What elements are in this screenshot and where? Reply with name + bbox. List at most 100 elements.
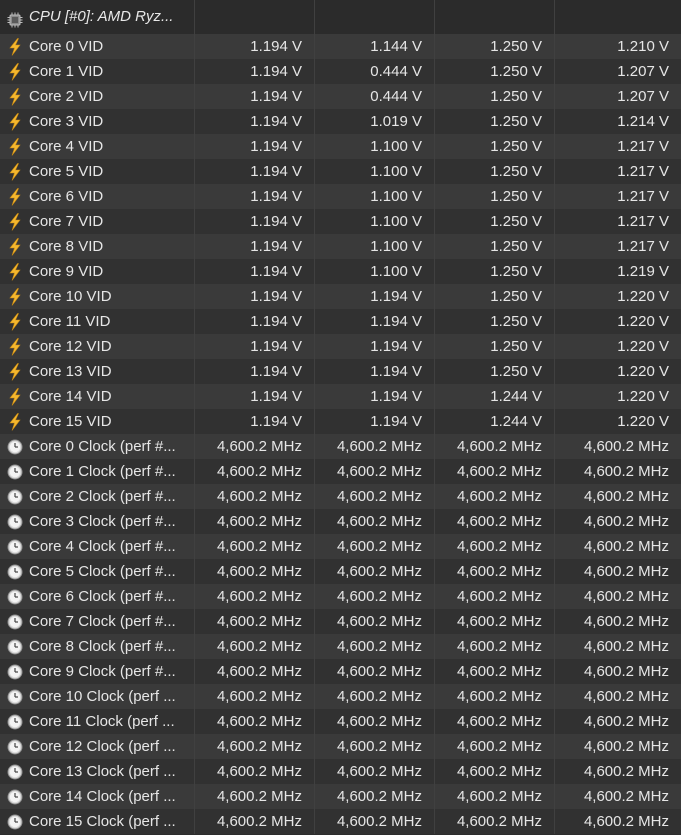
sensor-name-cell[interactable]: Core 5 Clock (perf #... — [0, 559, 195, 584]
current-value-cell: 1.194 V — [195, 384, 315, 409]
sensor-name-cell[interactable]: Core 7 Clock (perf #... — [0, 609, 195, 634]
sensor-label: Core 11 VID — [29, 313, 111, 330]
sensor-row[interactable]: Core 9 VID 1.194 V 1.100 V 1.250 V 1.219 V — [0, 259, 681, 284]
maximum-value-cell: 4,600.2 MHz — [435, 484, 555, 509]
sensor-row[interactable]: Core 1 Clock (perf #... 4,600.2 MHz 4,600.… — [0, 459, 681, 484]
average-value-cell: 4,600.2 MHz — [583, 688, 669, 705]
sensor-row[interactable]: Core 4 Clock (perf #... 4,600.2 MHz 4,600.… — [0, 534, 681, 559]
sensor-name-cell[interactable]: Core 10 Clock (perf ... — [0, 684, 195, 709]
sensor-name-cell[interactable]: Core 11 Clock (perf ... — [0, 709, 195, 734]
sensor-name-cell[interactable]: Core 11 VID — [0, 309, 195, 334]
minimum-value-cell: 1.100 V — [315, 184, 435, 209]
sensor-row[interactable]: Core 8 VID 1.194 V 1.100 V 1.250 V 1.217 V — [0, 234, 681, 259]
sensor-name-cell[interactable]: Core 6 Clock (perf #... — [0, 584, 195, 609]
clock-icon — [7, 513, 23, 531]
sensor-name-cell[interactable]: Core 9 VID — [0, 259, 195, 284]
sensor-row[interactable]: Core 0 Clock (perf #... 4,600.2 MHz 4,600.… — [0, 434, 681, 459]
sensor-name-cell[interactable]: Core 1 VID — [0, 59, 195, 84]
average-value-cell: 1.214 V — [617, 113, 669, 130]
sensor-row[interactable]: Core 15 Clock (perf ... 4,600.2 MHz 4,600.… — [0, 809, 681, 834]
sensor-row[interactable]: Core 15 VID 1.194 V 1.194 V 1.244 V 1.220 V — [0, 409, 681, 434]
sensor-row[interactable]: Core 14 Clock (perf ... 4,600.2 MHz 4,600.… — [0, 784, 681, 809]
sensor-name-cell[interactable]: Core 13 Clock (perf ... — [0, 759, 195, 784]
sensor-name-cell[interactable]: Core 3 Clock (perf #... — [0, 509, 195, 534]
current-value-cell: 1.194 V — [195, 309, 315, 334]
sensor-name-cell[interactable]: Core 1 Clock (perf #... — [0, 459, 195, 484]
sensor-row[interactable]: Core 7 Clock (perf #... 4,600.2 MHz 4,600.… — [0, 609, 681, 634]
sensor-name-cell[interactable]: Core 2 VID — [0, 84, 195, 109]
minimum-value-cell: 4,600.2 MHz — [315, 609, 435, 634]
average-value-cell: 1.217 V — [617, 213, 669, 230]
sensor-name-cell[interactable]: Core 7 VID — [0, 209, 195, 234]
sensor-row[interactable]: Core 3 Clock (perf #... 4,600.2 MHz 4,600.… — [0, 509, 681, 534]
maximum-value-cell: 4,600.2 MHz — [435, 759, 555, 784]
sensor-name-cell[interactable]: Core 0 Clock (perf #... — [0, 434, 195, 459]
sensor-row[interactable]: Core 0 VID 1.194 V 1.144 V 1.250 V 1.210 V — [0, 34, 681, 59]
sensor-name-cell[interactable]: Core 14 VID — [0, 384, 195, 409]
sensor-name-cell[interactable]: Core 8 Clock (perf #... — [0, 634, 195, 659]
sensor-label: Core 9 VID — [29, 263, 104, 280]
lightning-bolt-icon — [7, 187, 23, 206]
minimum-value-cell: 4,600.2 MHz — [315, 509, 435, 534]
sensor-name-cell[interactable]: Core 15 Clock (perf ... — [0, 809, 195, 834]
sensor-row[interactable]: Core 2 VID 1.194 V 0.444 V 1.250 V 1.207 V — [0, 84, 681, 109]
sensor-name-cell[interactable]: Core 3 VID — [0, 109, 195, 134]
sensor-name-cell[interactable]: Core 12 VID — [0, 334, 195, 359]
current-value-cell: 1.194 V — [195, 184, 315, 209]
sensor-row[interactable]: Core 6 VID 1.194 V 1.100 V 1.250 V 1.217 V — [0, 184, 681, 209]
sensor-row[interactable]: Core 11 Clock (perf ... 4,600.2 MHz 4,600.… — [0, 709, 681, 734]
sensor-row[interactable]: Core 5 VID 1.194 V 1.100 V 1.250 V 1.217 V — [0, 159, 681, 184]
sensor-row[interactable]: Core 10 VID 1.194 V 1.194 V 1.250 V 1.220 V — [0, 284, 681, 309]
maximum-value-cell: 4,600.2 MHz — [435, 609, 555, 634]
sensor-row[interactable]: Core 10 Clock (perf ... 4,600.2 MHz 4,600.… — [0, 684, 681, 709]
sensor-name-cell[interactable]: Core 8 VID — [0, 234, 195, 259]
group-name-cell[interactable]: CPU [#0]: AMD Ryz... — [0, 0, 195, 34]
sensor-label: Core 6 VID — [29, 188, 104, 205]
sensor-name-cell[interactable]: Core 12 Clock (perf ... — [0, 734, 195, 759]
sensor-row[interactable]: Core 6 Clock (perf #... 4,600.2 MHz 4,600.… — [0, 584, 681, 609]
sensor-row[interactable]: Core 2 Clock (perf #... 4,600.2 MHz 4,600.… — [0, 484, 681, 509]
sensor-row[interactable]: Core 12 Clock (perf ... 4,600.2 MHz 4,600.… — [0, 734, 681, 759]
current-value-cell: 4,600.2 MHz — [195, 759, 315, 784]
sensor-row[interactable]: Core 11 VID 1.194 V 1.194 V 1.250 V 1.220 V — [0, 309, 681, 334]
sensor-name-cell[interactable]: Core 9 Clock (perf #... — [0, 659, 195, 684]
sensor-row[interactable]: Core 5 Clock (perf #... 4,600.2 MHz 4,600.… — [0, 559, 681, 584]
sensor-label: Core 13 VID — [29, 363, 112, 380]
sensor-row[interactable]: Core 14 VID 1.194 V 1.194 V 1.244 V 1.220 V — [0, 384, 681, 409]
sensor-row[interactable]: Core 7 VID 1.194 V 1.100 V 1.250 V 1.217 V — [0, 209, 681, 234]
group-header-row[interactable]: CPU [#0]: AMD Ryz... — [0, 0, 681, 34]
sensor-name-cell[interactable]: Core 10 VID — [0, 284, 195, 309]
average-value-cell: 4,600.2 MHz — [583, 588, 669, 605]
current-value-cell: 4,600.2 MHz — [195, 684, 315, 709]
sensor-name-cell[interactable]: Core 14 Clock (perf ... — [0, 784, 195, 809]
sensor-name-cell[interactable]: Core 15 VID — [0, 409, 195, 434]
sensor-row[interactable]: Core 1 VID 1.194 V 0.444 V 1.250 V 1.207 V — [0, 59, 681, 84]
average-value-cell: 1.220 V — [617, 363, 669, 380]
sensor-row[interactable]: Core 3 VID 1.194 V 1.019 V 1.250 V 1.214 V — [0, 109, 681, 134]
sensor-name-cell[interactable]: Core 2 Clock (perf #... — [0, 484, 195, 509]
lightning-bolt-icon — [7, 112, 23, 131]
sensor-name-cell[interactable]: Core 4 Clock (perf #... — [0, 534, 195, 559]
sensor-row[interactable]: Core 13 VID 1.194 V 1.194 V 1.250 V 1.220 V — [0, 359, 681, 384]
sensor-label: Core 0 VID — [29, 38, 104, 55]
group-empty-cell — [435, 0, 555, 34]
sensor-row[interactable]: Core 4 VID 1.194 V 1.100 V 1.250 V 1.217 V — [0, 134, 681, 159]
average-value-cell: 4,600.2 MHz — [583, 438, 669, 455]
current-value-cell: 1.194 V — [195, 159, 315, 184]
sensor-name-cell[interactable]: Core 5 VID — [0, 159, 195, 184]
sensor-row[interactable]: Core 9 Clock (perf #... 4,600.2 MHz 4,600.… — [0, 659, 681, 684]
minimum-value-cell: 4,600.2 MHz — [315, 809, 435, 834]
minimum-value-cell: 1.194 V — [315, 384, 435, 409]
sensor-name-cell[interactable]: Core 13 VID — [0, 359, 195, 384]
current-value-cell: 4,600.2 MHz — [195, 459, 315, 484]
sensor-name-cell[interactable]: Core 6 VID — [0, 184, 195, 209]
sensor-row[interactable]: Core 12 VID 1.194 V 1.194 V 1.250 V 1.220 V — [0, 334, 681, 359]
sensor-name-cell[interactable]: Core 0 VID — [0, 34, 195, 59]
minimum-value-cell: 4,600.2 MHz — [315, 434, 435, 459]
sensor-row[interactable]: Core 8 Clock (perf #... 4,600.2 MHz 4,600.… — [0, 634, 681, 659]
lightning-bolt-icon — [7, 287, 23, 306]
maximum-value-cell: 4,600.2 MHz — [435, 709, 555, 734]
lightning-bolt-icon — [7, 87, 23, 106]
sensor-name-cell[interactable]: Core 4 VID — [0, 134, 195, 159]
sensor-row[interactable]: Core 13 Clock (perf ... 4,600.2 MHz 4,600.… — [0, 759, 681, 784]
